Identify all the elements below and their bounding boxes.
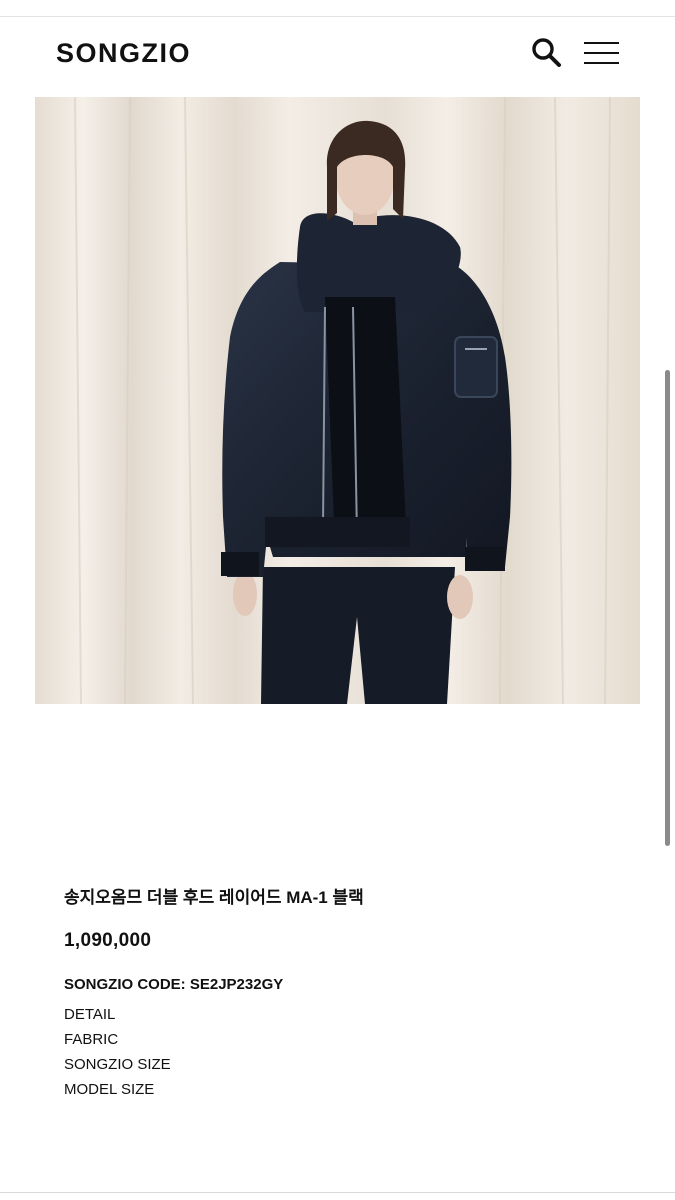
- menu-button[interactable]: [584, 40, 620, 66]
- product-code: SONGZIO CODE: SE2JP232GY: [64, 976, 284, 993]
- search-button[interactable]: [530, 36, 562, 68]
- product-price: 1,090,000: [64, 930, 152, 951]
- fabric-link[interactable]: FABRIC: [64, 1030, 171, 1055]
- model-size-link[interactable]: MODEL SIZE: [64, 1080, 171, 1105]
- songzio-size-link[interactable]: SONGZIO SIZE: [64, 1055, 171, 1080]
- brand-logo[interactable]: SONGZIO: [56, 36, 191, 70]
- detail-link[interactable]: DETAIL: [64, 1005, 171, 1030]
- top-divider: [0, 16, 675, 17]
- scrollbar[interactable]: [665, 370, 670, 846]
- bottom-divider: [0, 1192, 675, 1193]
- hamburger-menu-icon: [584, 42, 619, 44]
- product-page: SONGZIO 송지오옴므 더블 후드 레이어드 MA-1 블랙 1,090,0…: [0, 0, 675, 1200]
- product-image[interactable]: [35, 97, 640, 704]
- search-icon: [532, 38, 561, 67]
- product-info-links: DETAIL FABRIC SONGZIO SIZE MODEL SIZE: [64, 1005, 171, 1105]
- product-photo: [35, 97, 640, 704]
- product-title: 송지오옴므 더블 후드 레이어드 MA-1 블랙: [64, 888, 364, 907]
